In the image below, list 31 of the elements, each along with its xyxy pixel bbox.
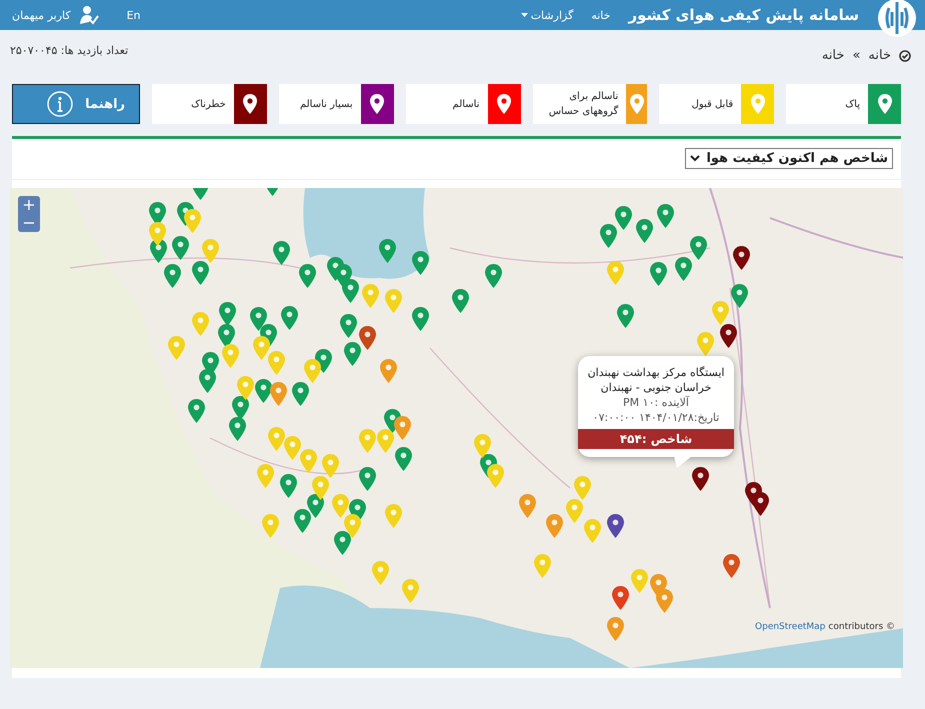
date-text: تاریخ:۱۴۰۴/۰۱/۲۸ ۰۷:۰۰:۰۰ xyxy=(592,410,720,426)
chevron-down-icon xyxy=(690,154,700,162)
legend-label: ناسالم xyxy=(452,98,481,112)
legend-label: قابل قبول xyxy=(690,98,734,112)
legend-label: ناسالم برای گروههای حساس xyxy=(548,90,620,119)
user-check-icon xyxy=(78,5,99,25)
breadcrumb-item[interactable]: خانه xyxy=(822,48,844,63)
legend-label: بسیار ناسالم xyxy=(298,98,354,112)
guide-button[interactable]: راهنما xyxy=(12,84,140,124)
zoom-in-button[interactable]: + xyxy=(18,196,40,214)
index-select[interactable]: شاخص هم اکنون کیفیت هوا xyxy=(685,148,893,168)
zoom-out-button[interactable]: − xyxy=(18,214,40,232)
station-name: ایستگاه مرکز بهداشت نهبندان xyxy=(588,366,724,381)
station-location: خراسان جنوبی - نهبندان xyxy=(600,380,712,396)
language-link[interactable]: En xyxy=(126,8,141,22)
legend-label: خطرناک xyxy=(190,98,227,112)
nav-link[interactable]: خانه xyxy=(591,8,610,22)
site-title: سامانه پایش کیفی هوای کشور xyxy=(628,6,859,24)
visit-count: تعداد بازدید ها: ۲۵۰۷۰۰۴۵ xyxy=(10,44,128,57)
attribution-link[interactable]: OpenStreetMap xyxy=(755,622,826,632)
legend-label: پاک xyxy=(844,98,861,112)
pollutant-text: آلاینده :۱۰ PM xyxy=(623,396,689,411)
info-icon xyxy=(47,91,74,117)
attribution-text: contributors © xyxy=(828,622,895,632)
nav-link[interactable]: گزارشات xyxy=(520,8,574,22)
index-value: شاخص :۴۵۴ xyxy=(578,429,734,450)
breadcrumb-item[interactable]: خانه xyxy=(868,48,891,63)
caret-icon xyxy=(520,13,528,17)
check-circle-icon xyxy=(899,50,911,62)
breadcrumb-separator: » xyxy=(852,48,860,63)
user-link[interactable]: کاربر میهمان xyxy=(12,5,99,25)
